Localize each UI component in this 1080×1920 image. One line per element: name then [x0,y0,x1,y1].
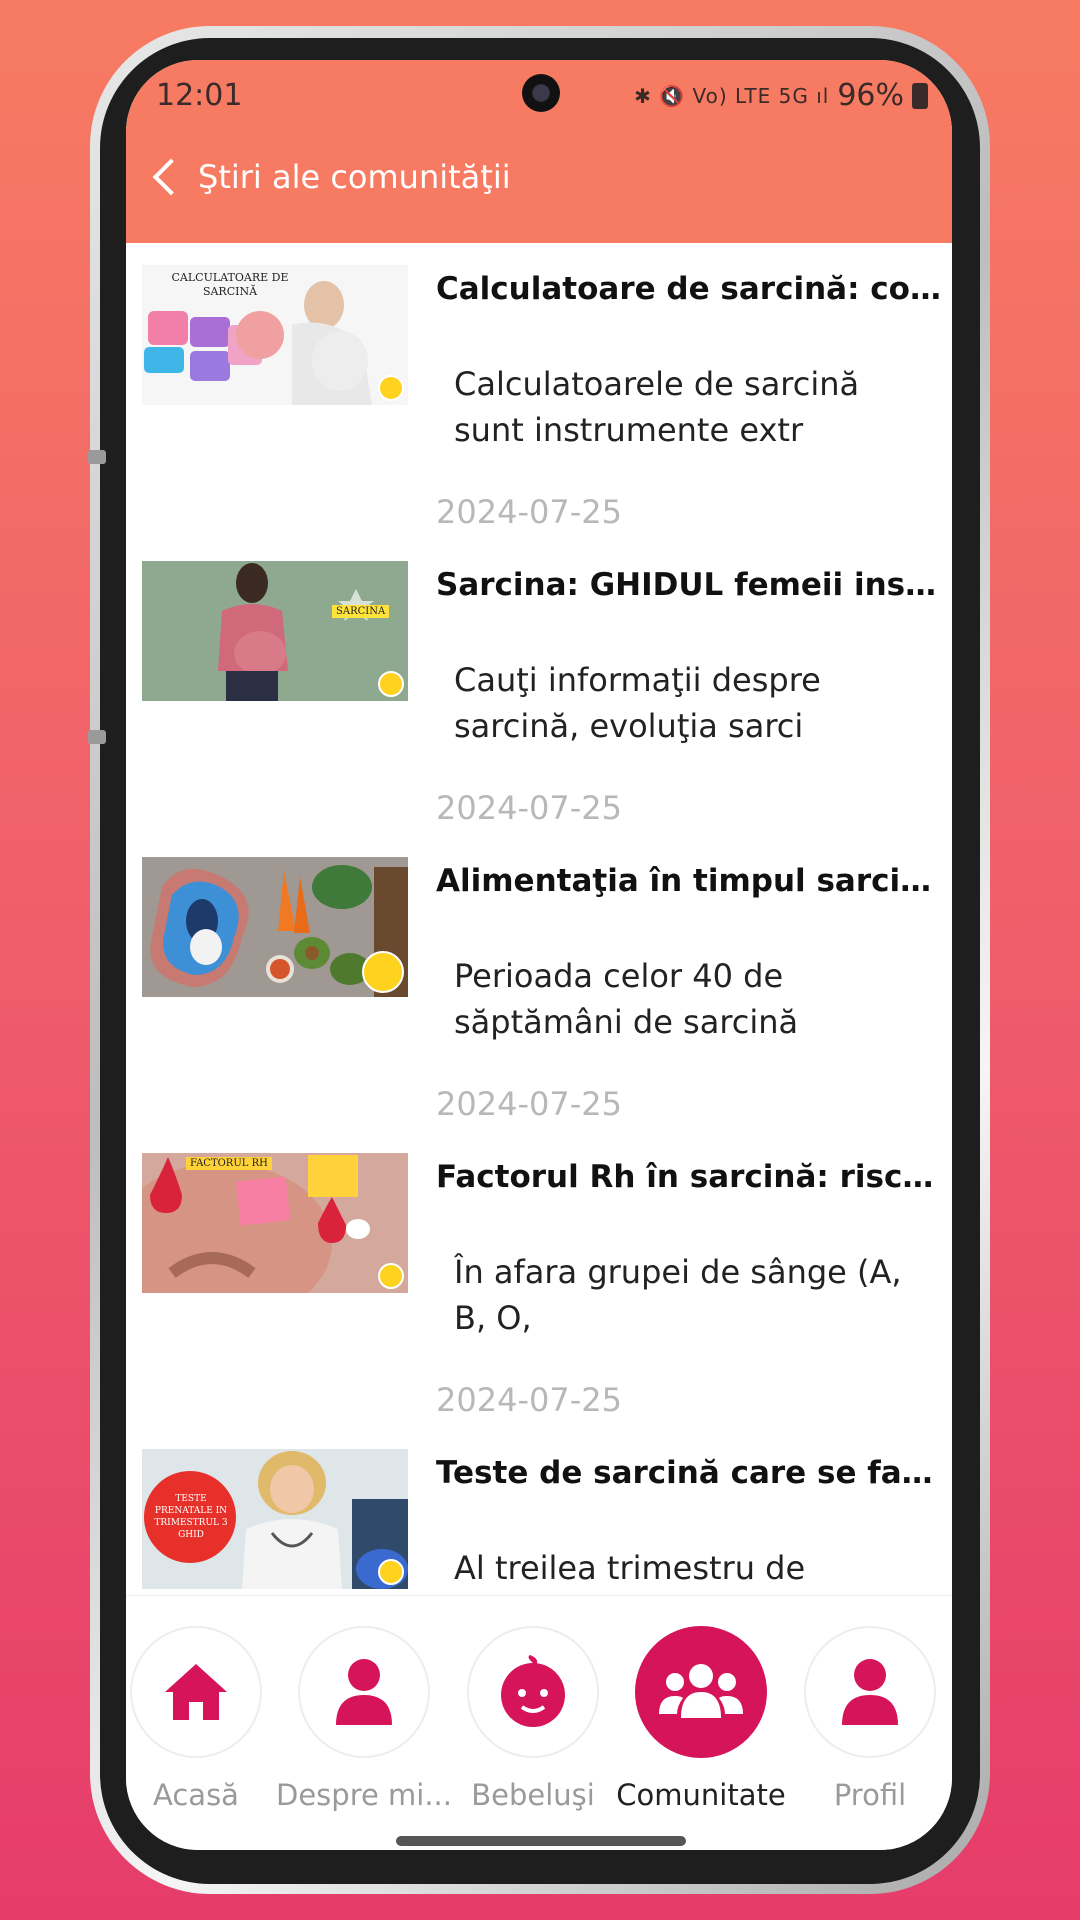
status-indicators: ✱ 🔇 Vo) LTE 5G ıl 96% [634,78,928,113]
person-icon[interactable] [298,1626,430,1758]
news-list[interactable]: CALCULATOARE DE SARCINĂ Calculatoare de … [126,243,952,1595]
camera-cutout [522,74,560,112]
profile-icon[interactable] [804,1626,936,1758]
app-header: 12:01 ✱ 🔇 Vo) LTE 5G ıl 96% Ştiri ale co… [126,60,952,243]
nav-about[interactable]: Despre mi... [276,1626,452,1812]
battery-icon [912,82,928,109]
news-item[interactable]: FACTORUL RH Factorul Rh în sarcină: risc… [126,1131,952,1427]
brand-badge-icon [378,375,404,401]
news-item[interactable]: SARCINA Sarcina: GHIDUL femeii insă... C… [126,539,952,835]
brand-badge-icon [378,1263,404,1289]
nav-label: Despre mi... [276,1778,452,1812]
back-navigation[interactable]: Ştiri ale comunităţii [148,158,511,196]
bottom-navigation: Acasă Despre mi... Bebeluşi Comunitate P… [126,1595,952,1850]
news-excerpt: În afara grupei de sânge (A, B, O, [454,1253,902,1337]
thumbnail-caption: SARCINA [332,605,390,618]
chevron-left-icon[interactable] [152,158,190,196]
baby-icon[interactable] [467,1626,599,1758]
news-title[interactable]: Factorul Rh în sarcină: riscu... [436,1159,942,1195]
home-icon[interactable] [130,1626,262,1758]
nav-community[interactable]: Comunitate [616,1626,786,1812]
news-thumbnail[interactable] [142,857,408,997]
brand-badge-icon [378,671,404,697]
news-thumbnail[interactable]: SARCINA [142,561,408,701]
network-icons: ✱ 🔇 Vo) LTE 5G ıl [634,83,830,108]
page-title: Ştiri ale comunităţii [198,158,511,196]
home-indicator[interactable] [396,1836,686,1846]
group-icon[interactable] [635,1626,767,1758]
news-thumbnail[interactable]: TESTE PRENATALE IN TRIMESTRUL 3 GHID [142,1449,408,1589]
brand-badge-icon [362,951,404,993]
nav-label: Bebeluşi [471,1778,595,1812]
news-excerpt: Perioada celor 40 de săptămâni de sarcin… [454,957,799,1041]
nav-home[interactable]: Acasă [126,1626,276,1812]
nav-babies[interactable]: Bebeluşi [453,1626,613,1812]
news-date: 2024-07-25 [436,789,622,827]
news-date: 2024-07-25 [436,1381,622,1419]
app-screen: 12:01 ✱ 🔇 Vo) LTE 5G ıl 96% Ştiri ale co… [126,60,952,1850]
news-thumbnail[interactable]: CALCULATOARE DE SARCINĂ [142,265,408,405]
news-item[interactable]: CALCULATOARE DE SARCINĂ Calculatoare de … [126,243,952,539]
thumbnail-caption: FACTORUL RH [186,1157,272,1170]
nav-label: Comunitate [616,1778,786,1812]
news-item[interactable]: Alimentaţia în timpul sarcin... Perioada… [126,835,952,1131]
nav-label: Profil [833,1778,907,1812]
power-button [88,730,106,744]
news-item[interactable]: TESTE PRENATALE IN TRIMESTRUL 3 GHID Tes… [126,1427,952,1595]
news-title[interactable]: Alimentaţia în timpul sarcin... [436,863,942,899]
battery-percent: 96% [837,78,904,113]
status-time: 12:01 [156,78,243,113]
news-title[interactable]: Teste de sarcină care se fac ... [436,1455,942,1491]
thumbnail-caption: CALCULATOARE DE SARCINĂ [171,271,289,298]
thumbnail-caption: TESTE PRENATALE IN TRIMESTRUL 3 GHID [154,1494,228,1540]
news-excerpt: Calculatoarele de sarcină sunt instrumen… [454,365,860,449]
news-excerpt: Al treilea trimestru de [454,1549,806,1587]
news-title[interactable]: Sarcina: GHIDUL femeii insă... [436,567,942,603]
news-thumbnail[interactable]: FACTORUL RH [142,1153,408,1293]
news-date: 2024-07-25 [436,493,622,531]
nav-profile[interactable]: Profil [790,1626,950,1812]
news-excerpt: Cauţi informaţii despre sarcină, evoluţi… [454,661,821,745]
news-date: 2024-07-25 [436,1085,622,1123]
nav-label: Acasă [153,1778,239,1812]
brand-badge-icon [378,1559,404,1585]
volume-button [88,450,106,464]
news-title[interactable]: Calculatoare de sarcină: col... [436,271,942,307]
